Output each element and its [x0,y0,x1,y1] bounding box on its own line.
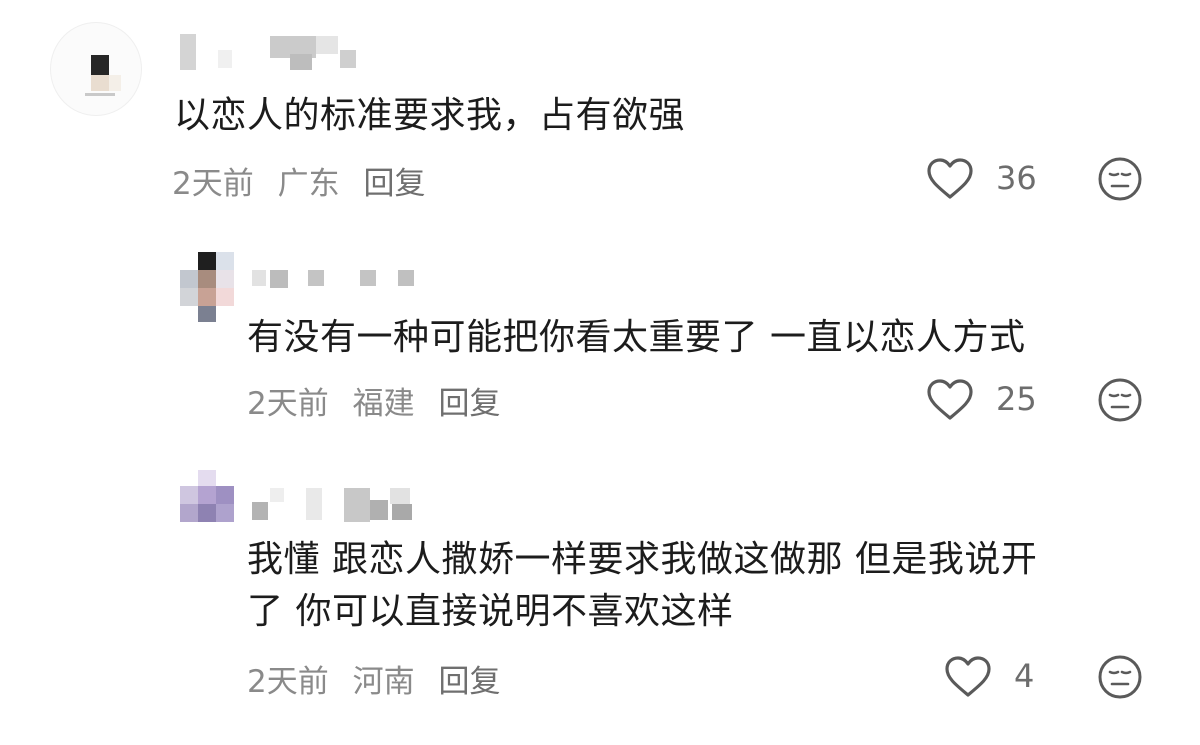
comment-text: 有没有一种可能把你看太重要了 一直以恋人方式 [247,317,1026,358]
comment-text: 以恋人的标准要求我，占有欲强 [174,95,686,136]
reply-button[interactable]: 回复 [438,664,500,700]
comment-item: 我懂 跟恋人撒娇一样要求我做这做那 但是我说开 了 你可以直接说明不喜欢这样 2… [0,450,1200,745]
avatar[interactable] [50,22,142,116]
comment-text: 我懂 跟恋人撒娇一样要求我做这做那 但是我说开 了 你可以直接说明不喜欢这样 [247,539,1038,632]
comment-location: 广东 [277,166,340,202]
like-button[interactable]: 25 [926,378,1086,428]
comment-meta: 2天前 广东 回复 [172,158,439,203]
heart-outline-icon [945,656,991,697]
comment-time: 2天前 [247,386,329,422]
comment-time: 2天前 [172,166,254,202]
like-count: 25 [996,380,1037,418]
like-count: 4 [1014,657,1035,695]
heart-outline-icon [927,158,973,199]
comment-item: 有没有一种可能把你看太重要了 一直以恋人方式 2天前 福建 回复 25 [0,230,1200,450]
comment-location: 福建 [352,386,415,422]
comment-meta: 2天前 河南 回复 [247,656,514,701]
comment-time: 2天前 [247,664,329,700]
neutral-face-icon[interactable] [1097,377,1143,423]
like-button[interactable]: 4 [944,655,1104,705]
comment-item: 以恋人的标准要求我，占有欲强 2天前 广东 回复 36 [0,0,1200,220]
username[interactable] [178,32,378,72]
comment-location: 河南 [352,664,415,700]
like-button[interactable]: 36 [926,157,1086,207]
avatar[interactable] [180,248,236,326]
neutral-face-icon[interactable] [1097,156,1143,202]
username[interactable] [252,266,422,306]
reply-button[interactable]: 回复 [438,386,500,422]
heart-outline-icon [927,379,973,420]
comment-meta: 2天前 福建 回复 [247,378,514,423]
avatar[interactable] [180,470,236,536]
username[interactable] [252,486,422,526]
reply-button[interactable]: 回复 [363,166,425,202]
neutral-face-icon[interactable] [1097,654,1143,700]
like-count: 36 [996,159,1037,197]
